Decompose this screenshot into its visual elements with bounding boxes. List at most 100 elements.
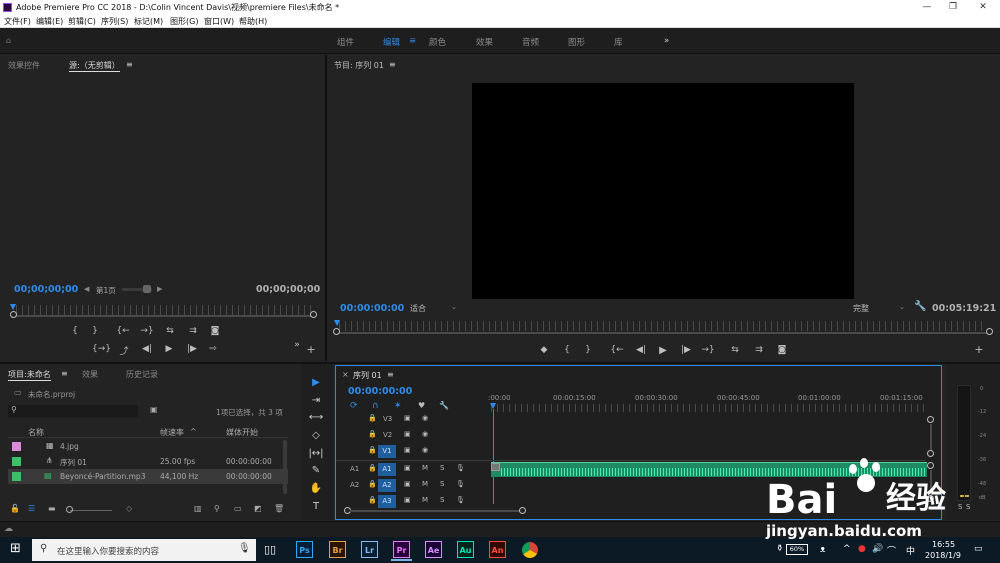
timeline-tab[interactable]: 序列 01 [353,370,382,381]
program-zoom-scrollbar[interactable] [339,332,987,334]
new-search-bin-icon[interactable]: ▣ [150,405,158,414]
program-go-to-out-button[interactable]: →} [701,345,715,355]
microphone-icon[interactable]: 🎙 [456,496,465,504]
sync-lock-icon[interactable]: ▣ [404,446,411,454]
meter-solo-left-button[interactable]: S [958,503,962,511]
program-time-ruler[interactable] [339,321,987,331]
razor-tool[interactable]: ◇ [307,430,325,444]
microphone-icon[interactable]: 🎙 [456,480,465,488]
tab-effect-controls[interactable]: 效果控件 [8,60,40,71]
program-panel-menu-icon[interactable]: ≡ [389,60,396,69]
eye-icon[interactable]: ◉ [422,430,428,438]
fit-dropdown-chevron-icon[interactable]: ⌄ [451,303,457,311]
taskbar-search-input[interactable]: ⚲ 在这里输入你要搜索的内容 🎙 [32,539,256,561]
chrome-app-icon[interactable] [522,542,538,558]
column-framerate[interactable]: 帧速率 [160,427,184,438]
workspace-more-icon[interactable]: » [664,36,669,46]
source-add-button[interactable]: + [305,343,317,356]
track-lock-icon[interactable]: 🔒 [368,414,377,422]
bridge-app-icon[interactable]: Br [329,541,346,558]
workspace-audio[interactable]: 音频 [522,36,539,48]
label-color-swatch[interactable] [12,442,21,451]
program-mark-out-button[interactable]: } [583,345,593,355]
track-label[interactable]: A2 [378,479,396,492]
track-lock-icon[interactable]: 🔒 [368,464,377,472]
project-search-input[interactable] [8,405,138,417]
source-track-label[interactable]: A2 [350,481,359,489]
source-zoom-scrollbar[interactable] [16,315,314,317]
source-loop-button[interactable]: ⤴ [117,344,131,357]
menu-help[interactable]: 帮助(H) [239,16,267,27]
source-time-ruler[interactable] [16,305,316,315]
network-icon[interactable]: ⌒ [887,544,896,557]
source-panel-menu-icon[interactable]: ≡ [126,60,133,69]
clock-date[interactable]: 2018/1/9 [925,551,961,560]
volume-icon[interactable]: 🔊 [872,544,883,554]
program-scroll-start-handle[interactable] [333,328,340,335]
project-item-row-selected[interactable]: ▤ Beyoncé-Partition.mp3 44,100 Hz 00:00:… [8,469,288,484]
pen-tool[interactable]: ✎ [307,465,325,479]
project-item-row[interactable]: ▦ 4.jpg [8,439,288,454]
track-label[interactable]: A1 [378,463,396,476]
icon-view-icon[interactable]: ▬ [48,504,56,513]
people-icon[interactable]: ᴥ [820,544,825,555]
source-more-icon[interactable]: » [291,340,303,350]
wrench-icon[interactable]: 🔧 [914,301,926,312]
program-go-to-in-button[interactable]: {← [610,345,624,355]
program-mark-in-button[interactable]: { [562,345,572,355]
menu-graphics[interactable]: 图形(G) [170,16,198,27]
sync-lock-icon[interactable]: ▣ [404,496,411,504]
list-view-icon[interactable]: ☰ [28,504,35,513]
timeline-vscroll-top-handle[interactable] [927,416,934,423]
tab-project[interactable]: 项目:未命名 [8,369,51,381]
menu-clip[interactable]: 剪辑(C) [68,16,96,27]
track-lock-icon[interactable]: 🔒 [368,446,377,454]
column-media-start[interactable]: 媒体开始 [226,427,258,438]
timeline-settings-wrench-icon[interactable]: 🔧 [439,401,449,410]
program-scroll-end-handle[interactable] [986,328,993,335]
pen-icon[interactable]: ⚱ [776,544,784,554]
source-step-forward-button[interactable]: |▶ [185,344,199,354]
tab-history[interactable]: 历史记录 [126,369,158,380]
chevron-up-icon[interactable]: ^ [843,544,851,554]
source-zoom-handle[interactable] [143,285,151,293]
fit-dropdown[interactable]: 适合 [410,303,426,314]
source-play-button[interactable]: ▶ [162,344,176,354]
microphone-icon[interactable]: 🎙 [238,543,251,554]
workspace-menu-icon[interactable]: ≡ [409,36,416,46]
workspace-libraries[interactable]: 库 [614,36,623,48]
track-lock-icon[interactable]: 🔒 [368,496,377,504]
label-color-swatch[interactable] [12,472,21,481]
source-overwrite-button[interactable]: ⇉ [186,326,200,336]
source-go-to-out-button[interactable]: →} [140,326,154,336]
menu-sequence[interactable]: 序列(S) [101,16,128,27]
audition-app-icon[interactable]: Au [457,541,474,558]
trash-icon[interactable]: 🗑 [274,504,284,513]
track-label[interactable]: V3 [383,415,392,423]
source-next-page-icon[interactable]: ▶ [157,285,162,293]
project-list-scrollbar[interactable] [283,440,287,494]
program-step-back-button[interactable]: ◀| [634,345,648,355]
selection-tool[interactable]: ▶ [307,377,325,391]
notification-center-icon[interactable]: ▭ [974,544,983,554]
microphone-icon[interactable]: 🎙 [456,464,465,472]
close-sequence-icon[interactable]: × [342,370,349,379]
program-panel-title[interactable]: 节目: 序列 01 [334,60,384,71]
workspace-color[interactable]: 颜色 [429,36,446,48]
source-export-frame-button[interactable]: ◙ [208,326,222,336]
zoom-slider[interactable] [70,510,112,511]
label-color-swatch[interactable] [12,457,21,466]
after-effects-app-icon[interactable]: Ae [425,541,442,558]
eye-icon[interactable]: ◉ [422,446,428,454]
menu-edit[interactable]: 编辑(E) [36,16,63,27]
source-mark-in-button[interactable]: { [70,326,80,336]
workspace-effects[interactable]: 效果 [476,36,493,48]
mute-button[interactable]: M [422,480,428,488]
clock-time[interactable]: 16:55 [932,540,955,549]
tab-source[interactable]: 源:（无剪辑） [69,60,120,72]
solo-button[interactable]: S [440,496,444,504]
find-icon[interactable]: ⚲ [214,504,220,513]
menu-marker[interactable]: 标记(M) [134,16,163,27]
track-lock-icon[interactable]: 🔒 [368,430,377,438]
audio-vscroll-top-handle[interactable] [927,462,934,469]
